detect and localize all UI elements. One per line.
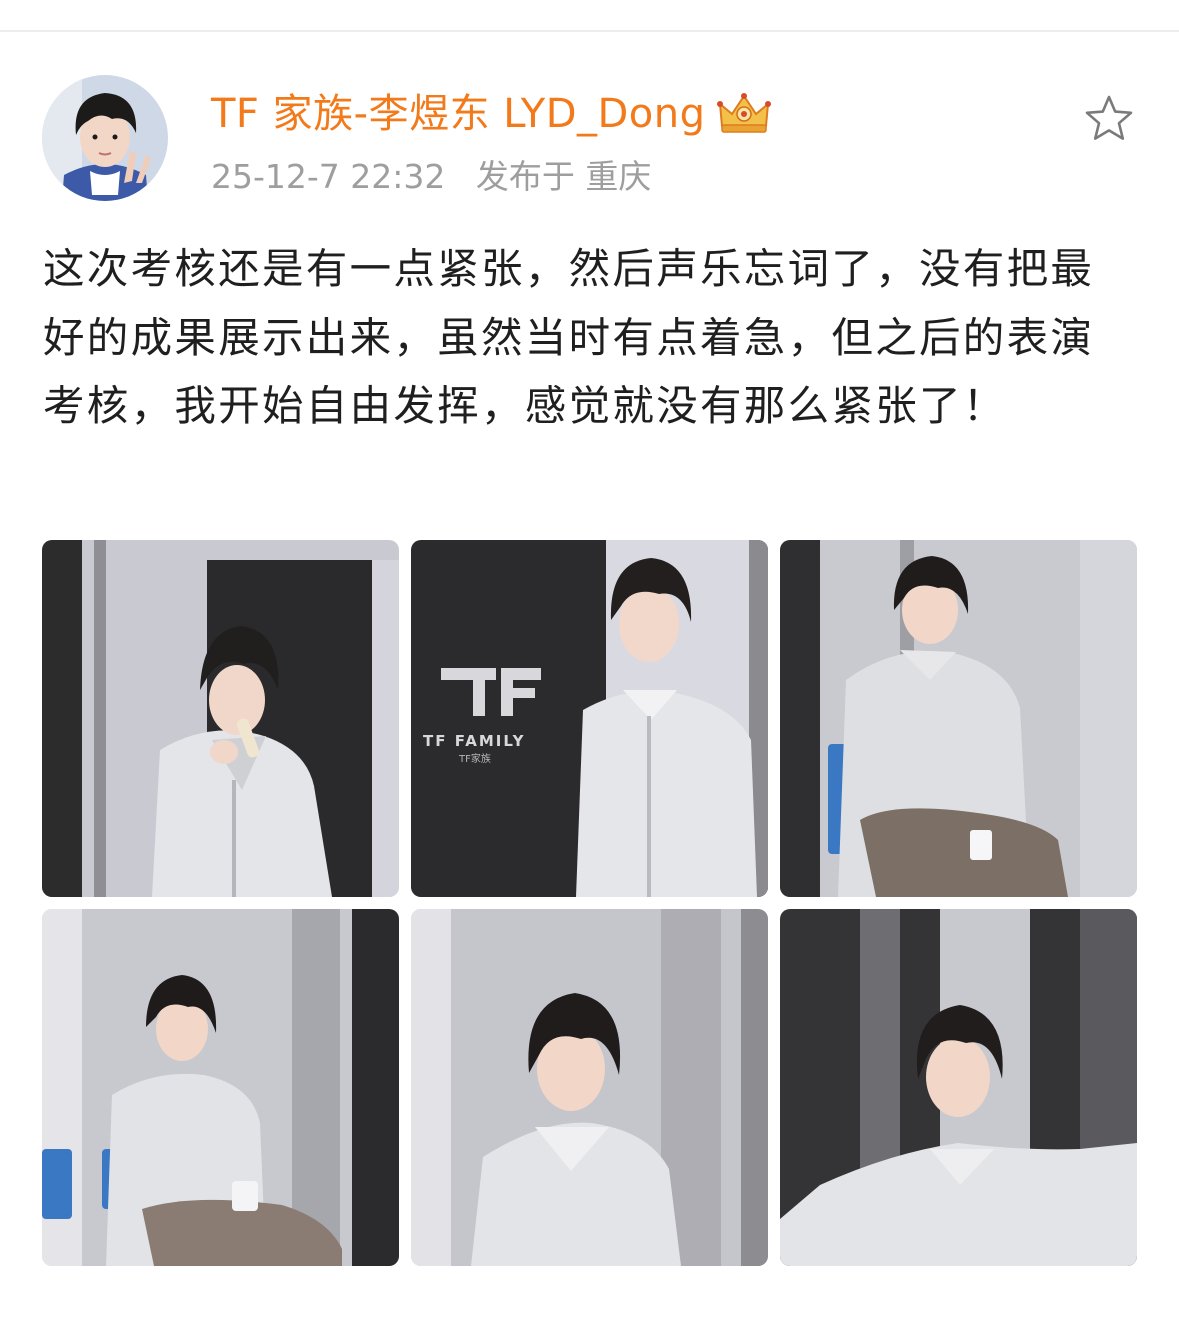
photo-6[interactable]: [780, 909, 1137, 1266]
post-meta: 25-12-7 22:32 发布于 重庆: [211, 153, 651, 201]
tf-logo-sub: TF家族: [458, 752, 491, 765]
photo-grid: TF FAMILY TF家族: [42, 540, 1138, 1266]
post-text: 这次考核还是有一点紧张，然后声乐忘词了，没有把最好的成果展示出来，虽然当时有点着…: [43, 244, 1095, 430]
post-location: 发布于 重庆: [475, 157, 652, 196]
post-timestamp: 25-12-7 22:32: [211, 157, 446, 196]
avatar[interactable]: [42, 75, 168, 201]
top-divider: [0, 30, 1179, 32]
crown-icon: [716, 92, 772, 136]
photo-5[interactable]: [411, 909, 768, 1266]
photo-1[interactable]: [42, 540, 399, 897]
photo-4[interactable]: [42, 909, 399, 1266]
favorite-button[interactable]: [1083, 93, 1135, 145]
photo-3[interactable]: [780, 540, 1137, 897]
photo-2[interactable]: TF FAMILY TF家族: [411, 540, 768, 897]
author-row: TF 家族-李煜东 LYD_Dong: [211, 86, 772, 142]
star-outline-icon: [1085, 95, 1133, 140]
author-name[interactable]: TF 家族-李煜东 LYD_Dong: [211, 86, 706, 142]
tf-logo-text: TF FAMILY: [423, 732, 525, 750]
